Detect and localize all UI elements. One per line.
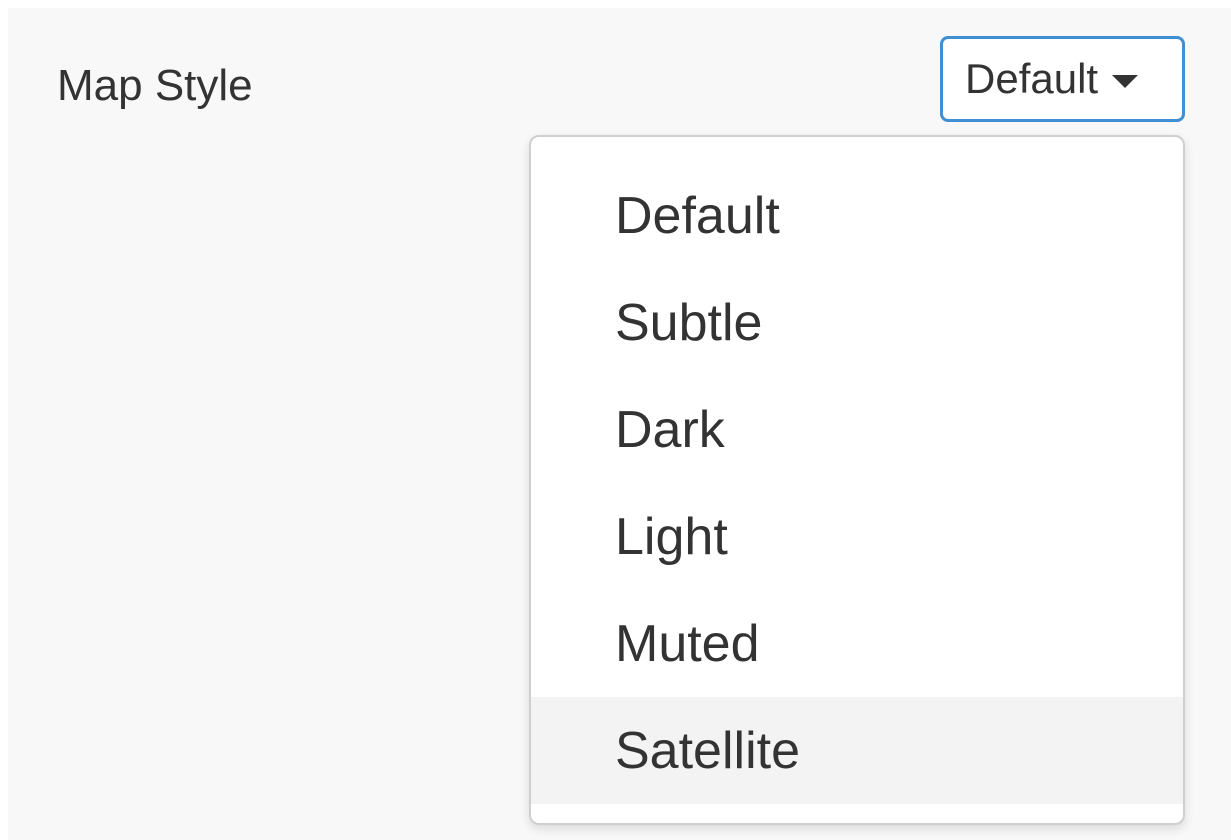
menu-item-subtle[interactable]: Subtle xyxy=(531,269,1183,376)
menu-item-satellite[interactable]: Satellite xyxy=(531,697,1183,804)
menu-item-default[interactable]: Default xyxy=(531,162,1183,269)
map-style-label: Map Style xyxy=(57,61,253,110)
map-style-dropdown-menu: Default Subtle Dark Light Muted Satellit… xyxy=(529,135,1185,825)
map-style-selected-value: Default xyxy=(965,55,1099,102)
map-style-select[interactable]: Default xyxy=(940,36,1185,122)
menu-item-dark[interactable]: Dark xyxy=(531,376,1183,483)
caret-down-icon xyxy=(1112,74,1139,88)
menu-item-muted[interactable]: Muted xyxy=(531,590,1183,697)
menu-item-light[interactable]: Light xyxy=(531,483,1183,590)
